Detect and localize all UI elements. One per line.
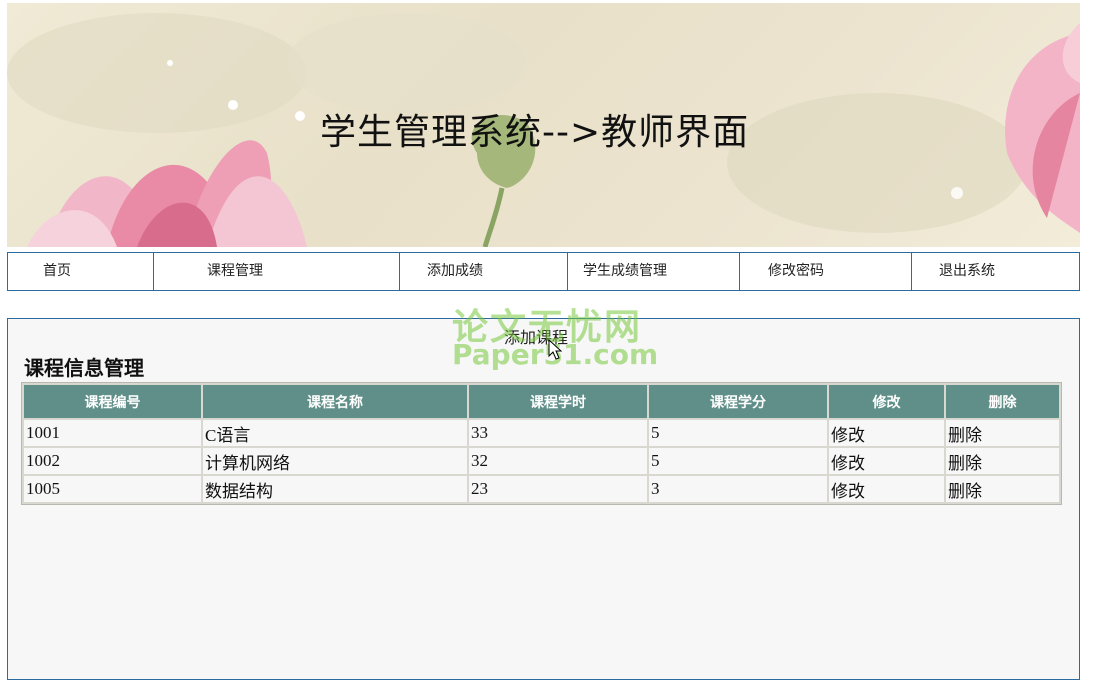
delete-link[interactable]: 删除 <box>946 476 1059 502</box>
nav-item-change-password[interactable]: 修改密码 <box>740 253 912 290</box>
course-credits-cell: 3 <box>649 476 827 502</box>
column-header: 课程名称 <box>203 385 467 418</box>
course-credits-cell: 5 <box>649 448 827 474</box>
course-id-cell: 1002 <box>24 448 201 474</box>
column-header: 删除 <box>946 385 1059 418</box>
course-name-cell: 计算机网络 <box>203 448 467 474</box>
table-row: 1002 计算机网络 32 5 修改 删除 <box>24 448 1059 474</box>
course-name-cell: C语言 <box>203 420 467 446</box>
nav-item-student-scores[interactable]: 学生成绩管理 <box>568 253 740 290</box>
mouse-cursor-icon <box>548 339 562 360</box>
column-header: 课程学分 <box>649 385 827 418</box>
course-credits-cell: 5 <box>649 420 827 446</box>
column-header: 修改 <box>829 385 944 418</box>
table-row: 1001 C语言 33 5 修改 删除 <box>24 420 1059 446</box>
table-header-row: 课程编号 课程名称 课程学时 课程学分 修改 删除 <box>24 385 1059 418</box>
table-row: 1005 数据结构 23 3 修改 删除 <box>24 476 1059 502</box>
delete-link[interactable]: 删除 <box>946 420 1059 446</box>
course-name-cell: 数据结构 <box>203 476 467 502</box>
course-hours-cell: 33 <box>469 420 647 446</box>
nav-item-home[interactable]: 首页 <box>8 253 154 290</box>
column-header: 课程编号 <box>24 385 201 418</box>
main-nav: 首页 课程管理 添加成绩 学生成绩管理 修改密码 退出系统 <box>7 252 1080 291</box>
course-table: 课程编号 课程名称 课程学时 课程学分 修改 删除 1001 C语言 33 5 … <box>21 382 1062 505</box>
course-hours-cell: 32 <box>469 448 647 474</box>
banner-title: 学生管理系统-->教师界面 <box>320 112 750 153</box>
content-panel: 添加课程 课程信息管理 课程编号 课程名称 课程学时 课程学分 修改 删除 10… <box>7 318 1080 680</box>
header-banner: 学生管理系统-->教师界面 <box>7 3 1080 247</box>
edit-link[interactable]: 修改 <box>829 476 944 502</box>
course-hours-cell: 23 <box>469 476 647 502</box>
delete-link[interactable]: 删除 <box>946 448 1059 474</box>
section-title: 课程信息管理 <box>24 356 144 380</box>
course-id-cell: 1005 <box>24 476 201 502</box>
edit-link[interactable]: 修改 <box>829 420 944 446</box>
nav-item-course-management[interactable]: 课程管理 <box>154 253 400 290</box>
nav-item-logout[interactable]: 退出系统 <box>912 253 1079 290</box>
course-id-cell: 1001 <box>24 420 201 446</box>
column-header: 课程学时 <box>469 385 647 418</box>
nav-item-add-score[interactable]: 添加成绩 <box>400 253 568 290</box>
edit-link[interactable]: 修改 <box>829 448 944 474</box>
